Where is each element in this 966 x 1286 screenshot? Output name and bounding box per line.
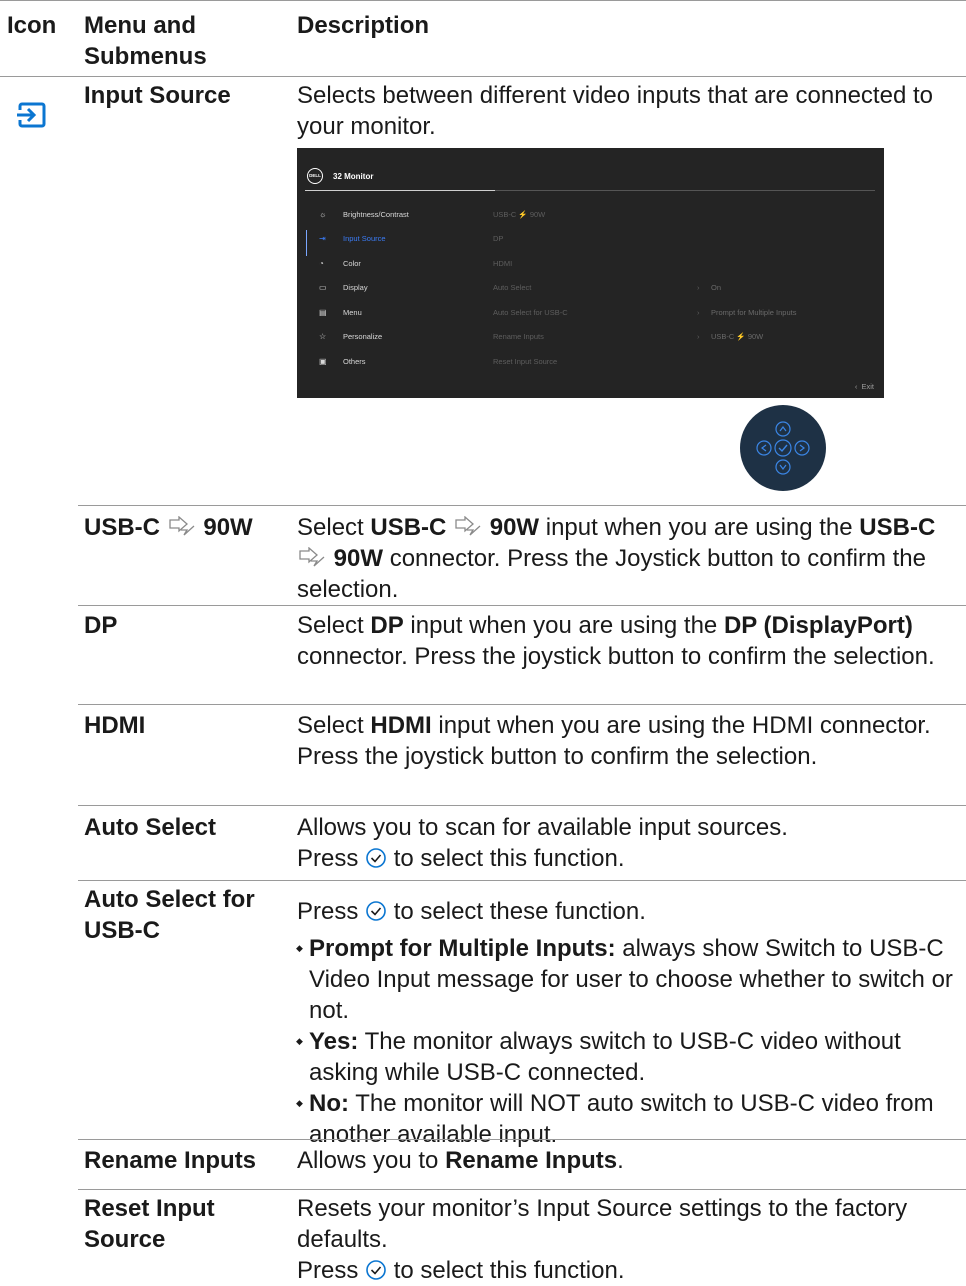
power-delivery-icon bbox=[169, 516, 195, 536]
osd-model-title: 32 Monitor bbox=[333, 172, 374, 181]
osd-mid-auto-select: Auto Select bbox=[493, 283, 532, 292]
header-menu: Menu and Submenus bbox=[84, 12, 207, 70]
osd-item-display: ▭ Display bbox=[319, 283, 368, 292]
row-rule bbox=[78, 1139, 966, 1140]
power-delivery-icon bbox=[455, 516, 481, 536]
input-source-icon bbox=[16, 102, 46, 133]
row-rule bbox=[78, 704, 966, 705]
auto-select-usbc-options: Prompt for Multiple Inputs: always show … bbox=[296, 933, 957, 1150]
menu-auto-select: Auto Select bbox=[84, 814, 217, 841]
osd-item-others: ▣ Others bbox=[319, 357, 366, 366]
check-circle-icon bbox=[366, 848, 386, 868]
row-rule bbox=[78, 605, 966, 606]
power-delivery-icon bbox=[299, 547, 325, 567]
dell-logo: DELL bbox=[307, 168, 323, 184]
auto-select-usbc-description: Press to select these function. Prompt f… bbox=[296, 896, 957, 1150]
header-icon: Icon bbox=[7, 12, 57, 39]
chevron-right-icon: › bbox=[697, 308, 700, 317]
joystick-diagram bbox=[740, 405, 826, 491]
menu-reset-input-source: Reset Input Source bbox=[84, 1195, 215, 1253]
osd-item-brightness: ☼ Brightness/Contrast bbox=[319, 210, 409, 219]
reset-description: Resets your monitor’s Input Source setti… bbox=[297, 1195, 908, 1284]
display-icon: ▭ bbox=[319, 283, 327, 292]
menu-icon: ▤ bbox=[319, 308, 327, 317]
osd-tab-underline bbox=[305, 190, 495, 191]
table-top-rule bbox=[0, 0, 966, 1]
palette-icon: ◔ bbox=[319, 259, 324, 268]
osd-item-menu: ▤ Menu bbox=[319, 308, 362, 317]
others-icon: ▣ bbox=[319, 357, 327, 366]
usbc-description: Select USB-C 90W input when you are usin… bbox=[297, 514, 936, 603]
osd-mid-rename: Rename Inputs bbox=[493, 332, 544, 341]
sun-icon: ☼ bbox=[319, 210, 327, 219]
menu-rename-inputs: Rename Inputs bbox=[84, 1147, 257, 1174]
osd-mid-auto-select-usbc: Auto Select for USB-C bbox=[493, 308, 568, 317]
row-rule bbox=[78, 805, 966, 806]
menu-input-source: Input Source bbox=[84, 82, 231, 109]
hdmi-description: Select HDMI input when you are using the… bbox=[297, 712, 931, 770]
rename-description: Allows you to Rename Inputs. bbox=[297, 1147, 624, 1174]
osd-mid-dp: DP bbox=[493, 234, 504, 243]
osd-selection-bar bbox=[306, 230, 307, 256]
menu-usbc-90w: USB-C 90W bbox=[84, 514, 253, 541]
dp-description: Select DP input when you are using the D… bbox=[297, 612, 935, 670]
check-circle-icon bbox=[366, 901, 386, 921]
osd-value-auto-select: On bbox=[711, 283, 722, 292]
row-rule bbox=[78, 1189, 966, 1190]
chevron-left-icon: ‹ bbox=[854, 382, 858, 391]
menu-dp: DP bbox=[84, 612, 118, 639]
osd-mid-reset: Reset Input Source bbox=[493, 357, 558, 366]
input-icon: ⇥ bbox=[319, 234, 326, 243]
osd-mid-usbc: USB-C ⚡ 90W bbox=[493, 210, 546, 219]
input-source-description: Selects between different video inputs t… bbox=[297, 82, 933, 140]
osd-mid-hdmi: HDMI bbox=[493, 259, 513, 268]
header-rule bbox=[0, 76, 966, 77]
osd-menu-screenshot: DELL 32 Monitor ☼ Brightness/Contrast ⇥ In… bbox=[297, 148, 884, 398]
list-item: No: The monitor will NOT auto switch to … bbox=[296, 1088, 957, 1150]
auto-select-description: Allows you to scan for available input s… bbox=[297, 814, 788, 872]
header-description: Description bbox=[297, 12, 430, 39]
row-rule bbox=[78, 880, 966, 881]
chevron-right-icon: › bbox=[697, 332, 700, 341]
osd-value-rename: USB-C ⚡ 90W bbox=[711, 332, 764, 341]
list-item: Yes: The monitor always switch to USB-C … bbox=[296, 1026, 957, 1088]
osd-exit: ‹ Exit bbox=[854, 382, 874, 391]
osd-item-color: ◔ Color bbox=[319, 259, 361, 268]
check-circle-icon bbox=[366, 1260, 386, 1280]
chevron-right-icon: › bbox=[697, 283, 700, 292]
list-item: Prompt for Multiple Inputs: always show … bbox=[296, 933, 957, 1026]
menu-hdmi: HDMI bbox=[84, 712, 146, 739]
row-rule bbox=[78, 505, 966, 506]
menu-auto-select-usbc: Auto Select for USB-C bbox=[84, 886, 255, 944]
osd-value-auto-select-usbc: Prompt for Multiple Inputs bbox=[711, 308, 797, 317]
osd-item-input-source: ⇥ Input Source bbox=[319, 234, 386, 243]
osd-divider bbox=[495, 190, 875, 191]
star-icon: ☆ bbox=[319, 332, 327, 341]
osd-item-personalize: ☆ Personalize bbox=[319, 332, 383, 341]
